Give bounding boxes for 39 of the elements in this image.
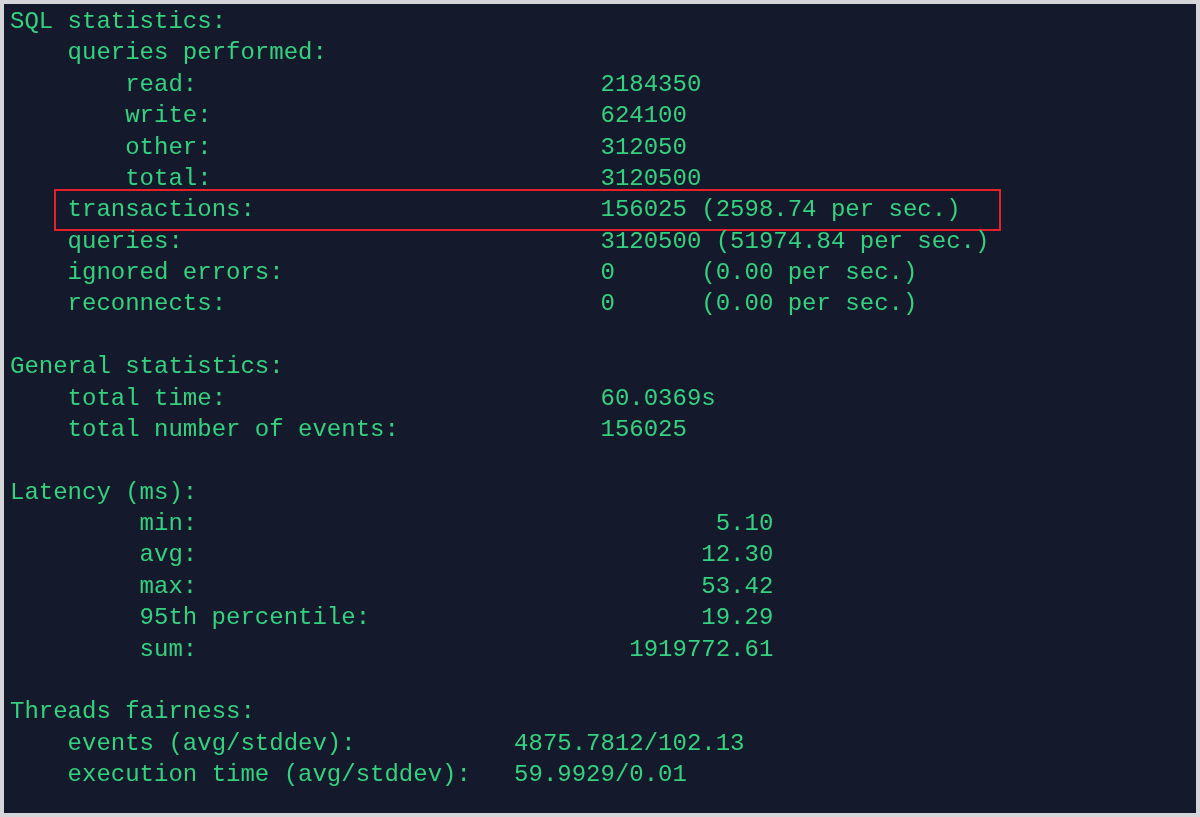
stat-value: 59.9929/0.01 (514, 760, 687, 790)
stat-label: sum: (139, 634, 199, 665)
stat-label: transactions: (67, 195, 256, 226)
section-title: SQL statistics: (10, 8, 227, 35)
stat-value: 156025 (600, 414, 687, 445)
stat-label: other: (125, 132, 213, 163)
stat-label: total number of events: (67, 414, 400, 445)
stat-value: 3120500 (51974.84 per sec.) (600, 226, 990, 257)
stat-label: reconnects: (67, 289, 228, 320)
stat-value: 1919772.61 (629, 634, 774, 665)
stat-value: 2184350 (600, 69, 702, 100)
section-title: Threads fairness: (10, 698, 255, 726)
stat-label: events (avg/stddev): (67, 728, 357, 759)
stat-label: avg: (139, 540, 199, 571)
stat-value: 19.29 (701, 603, 774, 634)
stat-label: ignored errors: (67, 258, 285, 288)
stat-value: 53.42 (701, 571, 774, 602)
stat-label: queries: (67, 226, 184, 257)
section-title: General statistics: (10, 353, 284, 381)
section-title: Latency (ms): (10, 478, 198, 506)
stat-label: total: (125, 163, 213, 194)
stat-value: 0 (0.00 per sec.) (600, 289, 918, 320)
stat-label: 95th percentile: (139, 603, 372, 634)
stat-value: 3120500 (600, 163, 702, 194)
stat-label: read: (125, 69, 199, 100)
stat-value: 12.30 (701, 540, 774, 571)
stat-label: min: (139, 509, 199, 539)
stat-label: total time: (67, 383, 228, 414)
stat-label: max: (139, 571, 199, 602)
stat-value: 624100 (600, 101, 687, 132)
stat-value: 60.0369s (600, 383, 716, 414)
stat-value: 5.10 (715, 509, 774, 539)
stat-label: execution time (avg/stddev): (67, 760, 472, 790)
stat-value: 0 (0.00 per sec.) (600, 258, 918, 288)
stat-label: queries performed: (67, 38, 328, 69)
stat-value: 156025 (2598.74 per sec.) (600, 195, 961, 226)
stat-label: write: (125, 101, 213, 132)
stat-value: 4875.7812/102.13 (514, 728, 745, 759)
stat-value: 312050 (600, 132, 687, 163)
